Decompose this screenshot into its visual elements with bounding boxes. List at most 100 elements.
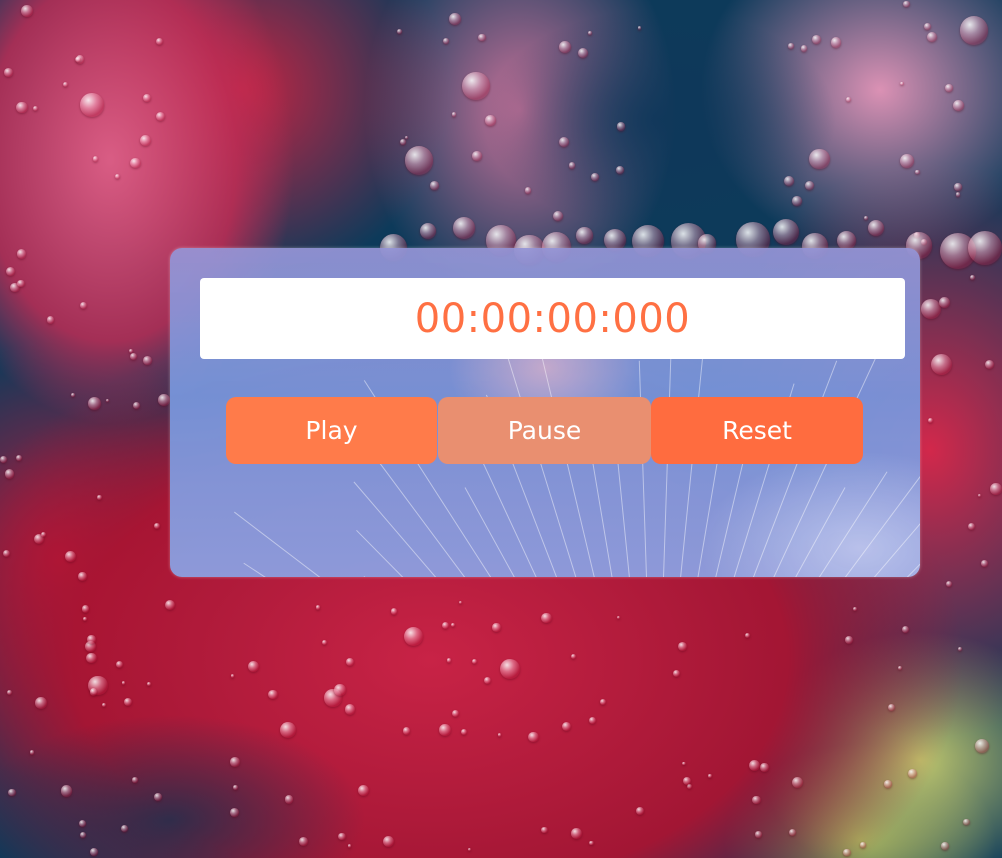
water-droplet xyxy=(33,106,39,112)
water-droplet xyxy=(334,683,346,696)
water-droplet xyxy=(130,353,138,361)
water-droplet xyxy=(79,831,86,838)
water-droplet xyxy=(124,697,133,706)
water-droplet xyxy=(938,296,951,309)
water-droplet xyxy=(164,600,176,611)
water-droplet xyxy=(4,68,14,77)
water-droplet xyxy=(467,847,472,852)
water-droplet xyxy=(708,774,712,778)
water-droplet xyxy=(552,211,563,222)
time-display: 00:00:00:000 xyxy=(200,278,905,359)
water-droplet xyxy=(430,181,440,191)
water-droplet xyxy=(86,652,97,663)
play-button[interactable]: Play xyxy=(226,397,437,464)
water-droplet xyxy=(451,112,456,117)
water-droplet xyxy=(955,192,960,197)
water-droplet xyxy=(852,607,857,612)
water-droplet xyxy=(63,82,69,88)
seed-ray xyxy=(795,487,846,577)
water-droplet xyxy=(844,636,853,645)
water-droplet xyxy=(2,550,10,558)
water-droplet xyxy=(981,560,988,567)
water-droplet xyxy=(636,807,645,816)
water-droplet xyxy=(887,703,895,712)
water-droplet xyxy=(959,16,989,45)
water-droplet xyxy=(230,807,240,817)
water-droplet xyxy=(0,456,7,463)
water-droplet xyxy=(321,639,328,646)
water-droplet xyxy=(589,841,594,846)
water-droplet xyxy=(230,674,235,678)
water-droplet xyxy=(92,156,99,162)
seed-ray xyxy=(243,562,266,577)
water-droplet xyxy=(867,219,885,237)
water-droplet xyxy=(404,627,424,647)
water-droplet xyxy=(88,396,102,410)
water-droplet xyxy=(673,670,680,677)
water-droplet xyxy=(154,523,160,530)
water-droplet xyxy=(908,769,918,779)
water-droplet xyxy=(345,657,354,666)
water-droplet xyxy=(344,704,356,715)
water-droplet xyxy=(443,38,450,45)
water-droplet xyxy=(46,316,54,324)
seed-ray xyxy=(638,360,647,577)
water-droplet xyxy=(558,136,570,148)
water-droplet xyxy=(105,399,109,403)
reset-button[interactable]: Reset xyxy=(651,397,863,464)
water-droplet xyxy=(402,727,411,735)
water-droplet xyxy=(940,842,949,851)
water-droplet xyxy=(230,756,240,767)
water-droplet xyxy=(132,777,138,783)
water-droplet xyxy=(114,173,121,180)
water-droplet xyxy=(788,828,797,837)
water-droplet xyxy=(453,217,475,239)
seed-ray xyxy=(873,523,920,577)
water-droplet xyxy=(788,43,795,49)
water-droplet xyxy=(142,356,152,365)
water-droplet xyxy=(540,826,548,834)
seed-ray xyxy=(818,471,888,577)
water-droplet xyxy=(358,784,370,796)
seed-ray xyxy=(752,360,838,577)
water-droplet xyxy=(752,795,761,805)
water-droplet xyxy=(499,658,520,679)
water-droplet xyxy=(102,703,107,708)
water-droplet xyxy=(898,666,903,671)
water-droplet xyxy=(315,605,321,611)
water-droplet xyxy=(78,572,87,581)
water-droplet xyxy=(945,580,953,588)
water-droplet xyxy=(637,26,642,30)
water-droplet xyxy=(760,763,769,772)
water-droplet xyxy=(397,28,403,34)
water-droplet xyxy=(462,72,490,101)
water-droplet xyxy=(21,4,33,17)
water-droplet xyxy=(79,93,104,118)
water-droplet xyxy=(678,642,688,652)
water-droplet xyxy=(115,660,124,669)
water-droplet xyxy=(967,522,976,531)
water-droplet xyxy=(783,175,794,186)
water-droplet xyxy=(120,824,129,833)
water-droplet xyxy=(97,495,102,500)
water-droplet xyxy=(944,84,953,93)
water-droplet xyxy=(451,622,456,627)
water-droplet xyxy=(390,607,398,615)
water-droplet xyxy=(953,183,962,191)
water-droplet xyxy=(561,721,571,731)
water-droplet xyxy=(147,682,152,686)
water-droplet xyxy=(29,750,35,755)
water-droplet xyxy=(478,34,486,42)
pause-button[interactable]: Pause xyxy=(438,397,651,464)
water-droplet xyxy=(587,30,592,35)
seed-ray xyxy=(464,487,515,577)
water-droplet xyxy=(139,135,152,147)
water-droplet xyxy=(927,32,938,42)
water-droplet xyxy=(902,626,910,634)
water-droplet xyxy=(558,40,571,53)
water-droplet xyxy=(571,828,582,840)
water-droplet xyxy=(800,44,808,52)
water-droplet xyxy=(830,37,842,49)
water-droplet xyxy=(990,482,1002,495)
water-droplet xyxy=(590,172,599,181)
